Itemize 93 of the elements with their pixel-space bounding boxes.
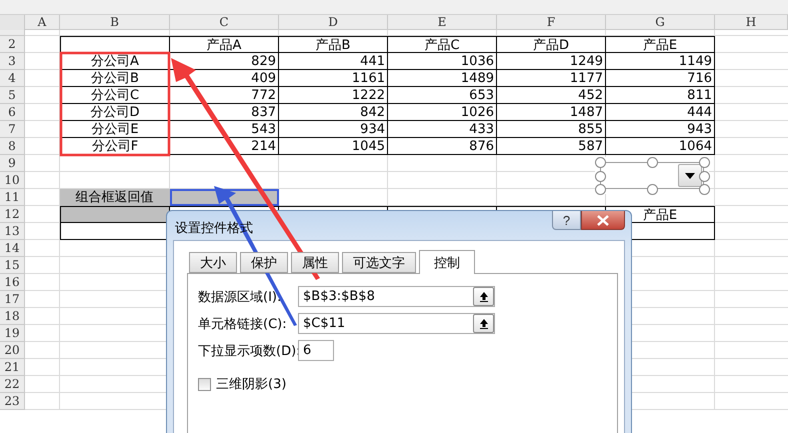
row-header[interactable]: 21 <box>0 359 25 376</box>
dropdown-button[interactable] <box>678 164 702 187</box>
table-cell: 444 <box>606 104 715 121</box>
row-header[interactable]: 2 <box>0 36 25 53</box>
row-header[interactable]: 18 <box>0 308 25 325</box>
resize-handle[interactable] <box>595 157 606 168</box>
input-field[interactable]: $C$11 <box>298 313 495 334</box>
table-cell: 产品C <box>388 36 497 53</box>
table-cell: 943 <box>606 121 715 138</box>
row-header[interactable]: 7 <box>0 121 25 138</box>
row-header[interactable]: 17 <box>0 291 25 308</box>
table-cell: 876 <box>388 138 497 155</box>
table-cell: 分公司A <box>60 53 170 70</box>
help-button[interactable]: ? <box>552 211 581 230</box>
table-cell: 1489 <box>388 70 497 87</box>
column-header[interactable]: F <box>497 15 606 30</box>
checkbox-label: 三维阴影(3) <box>216 376 286 393</box>
row-header[interactable]: 19 <box>0 325 25 342</box>
table-cell: 1045 <box>279 138 388 155</box>
input-field[interactable]: 6 <box>298 340 334 361</box>
resize-handle[interactable] <box>595 184 606 195</box>
table-cell: 716 <box>606 70 715 87</box>
empty-cell[interactable] <box>60 36 170 53</box>
table-cell: 分公司C <box>60 87 170 104</box>
column-header[interactable]: E <box>388 15 497 30</box>
resize-handle[interactable] <box>595 171 606 182</box>
table-cell: 1149 <box>606 53 715 70</box>
table-cell: 1487 <box>497 104 606 121</box>
table-cell: 1177 <box>497 70 606 87</box>
table-cell: 1161 <box>279 70 388 87</box>
row-header[interactable]: 6 <box>0 104 25 121</box>
row-header[interactable]: 5 <box>0 87 25 104</box>
row-header[interactable]: 13 <box>0 223 25 240</box>
table-cell: 1036 <box>388 53 497 70</box>
table-cell: 587 <box>497 138 606 155</box>
up-arrow-icon <box>478 292 488 302</box>
table-cell: 分公司B <box>60 70 170 87</box>
tab[interactable]: 保护 <box>240 252 288 273</box>
row-header[interactable]: 11 <box>0 189 25 206</box>
collapse-button[interactable] <box>473 314 494 333</box>
up-arrow-icon <box>478 318 488 328</box>
table-cell: 842 <box>279 104 388 121</box>
row-header[interactable]: 23 <box>0 393 25 410</box>
tab[interactable]: 属性 <box>291 252 339 273</box>
table-cell: 组合框返回值 <box>60 189 170 206</box>
column-header[interactable]: G <box>606 15 715 30</box>
row-header[interactable]: 16 <box>0 274 25 291</box>
table-cell: 1064 <box>606 138 715 155</box>
resize-handle[interactable] <box>699 157 710 168</box>
table-cell: 452 <box>497 87 606 104</box>
input-field[interactable]: $B$3:$B$8 <box>298 286 495 307</box>
table-cell: 产品B <box>279 36 388 53</box>
table-cell: 1222 <box>279 87 388 104</box>
row-header[interactable]: 8 <box>0 138 25 155</box>
table-cell: 811 <box>606 87 715 104</box>
table-cell: 934 <box>279 121 388 138</box>
close-icon <box>596 214 610 226</box>
table-cell: 441 <box>279 53 388 70</box>
table-cell: 产品D <box>497 36 606 53</box>
column-header[interactable]: D <box>279 15 388 30</box>
empty-cell[interactable] <box>60 206 170 223</box>
table-cell: 1026 <box>388 104 497 121</box>
table-cell: 855 <box>497 121 606 138</box>
row-header[interactable]: 12 <box>0 206 25 223</box>
table-cell: 分公司E <box>60 121 170 138</box>
row-header[interactable]: 9 <box>0 155 25 172</box>
row-header[interactable]: 20 <box>0 342 25 359</box>
table-cell: 产品E <box>606 36 715 53</box>
table-cell: 653 <box>388 87 497 104</box>
collapse-button[interactable] <box>473 287 494 306</box>
table-cell: 1249 <box>497 53 606 70</box>
table-cell: 产品A <box>170 36 279 53</box>
row-header[interactable]: 4 <box>0 70 25 87</box>
table-cell: 433 <box>388 121 497 138</box>
tab[interactable]: 可选文字 <box>342 252 416 273</box>
table-cell: 分公司D <box>60 104 170 121</box>
row-header[interactable]: 14 <box>0 240 25 257</box>
column-header[interactable]: C <box>170 15 279 30</box>
caret-icon <box>685 172 695 178</box>
column-header[interactable]: A <box>25 15 60 30</box>
resize-handle[interactable] <box>647 157 658 168</box>
tab[interactable]: 大小 <box>189 252 237 273</box>
field-label: 单元格链接(C): <box>198 316 288 332</box>
row-header[interactable]: 22 <box>0 376 25 393</box>
checkbox[interactable] <box>198 378 211 390</box>
column-header[interactable]: H <box>715 15 788 30</box>
column-header[interactable]: B <box>60 15 170 30</box>
row-header[interactable]: 10 <box>0 172 25 189</box>
tab[interactable]: 控制 <box>419 250 475 274</box>
row-header[interactable]: 3 <box>0 53 25 70</box>
row-header[interactable]: 15 <box>0 257 25 274</box>
resize-handle[interactable] <box>647 184 658 195</box>
close-button[interactable] <box>581 211 625 230</box>
